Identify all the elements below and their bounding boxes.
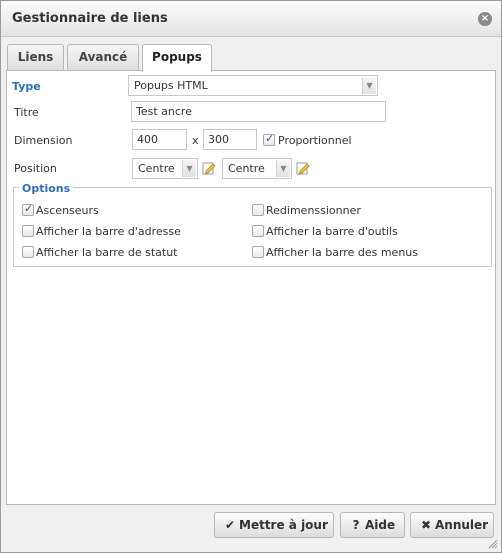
tab-popups[interactable]: Popups (142, 44, 212, 72)
option-checkbox-ascenseurs[interactable] (22, 202, 34, 216)
cancel-button-label: Annuler (435, 518, 489, 532)
option-checkbox-statut[interactable] (22, 246, 34, 258)
position-v-value: Centre (228, 162, 265, 175)
option-checkbox-outils[interactable] (252, 225, 264, 237)
option-label: Redimenssionner (266, 204, 361, 217)
option-checkbox-adresse[interactable] (22, 225, 34, 237)
width-input[interactable]: 400 (132, 129, 187, 150)
update-button[interactable]: ✔ Mettre à jour (214, 512, 334, 538)
option-label: Afficher la barre d'adresse (36, 225, 181, 238)
height-input[interactable]: 300 (203, 129, 257, 150)
check-icon: ✔ (224, 518, 236, 532)
chevron-down-icon: ▼ (362, 77, 376, 94)
options-legend: Options (19, 182, 74, 195)
type-select-value: Popups HTML (134, 79, 208, 92)
help-button[interactable]: ? Aide (340, 512, 405, 538)
edit-icon[interactable] (202, 161, 216, 175)
option-label: Afficher la barre de statut (36, 246, 178, 259)
option-label: Ascenseurs (36, 204, 99, 217)
edit-icon[interactable] (296, 161, 310, 175)
position-label: Position (14, 162, 57, 175)
position-h-select[interactable]: Centre ▼ (132, 158, 198, 179)
close-icon[interactable]: × (478, 12, 492, 26)
chevron-down-icon: ▼ (276, 160, 290, 177)
update-button-label: Mettre à jour (239, 518, 328, 532)
type-label: Type (12, 80, 41, 93)
position-h-value: Centre (138, 162, 175, 175)
option-checkbox-menus[interactable] (252, 246, 264, 258)
title-label: Titre (14, 106, 39, 119)
cancel-button[interactable]: ✖ Annuler (410, 512, 494, 538)
tab-avance[interactable]: Avancé (67, 44, 139, 71)
proportional-label: Proportionnel (278, 134, 352, 147)
link-manager-dialog: Gestionnaire de liens × Liens Avancé Pop… (0, 0, 502, 553)
type-select[interactable]: Popups HTML ▼ (128, 75, 378, 96)
tab-liens[interactable]: Liens (7, 44, 64, 71)
times-sign: x (192, 134, 199, 147)
question-icon: ? (352, 518, 360, 532)
option-label: Afficher la barre des menus (266, 246, 418, 259)
help-button-label: Aide (365, 518, 396, 532)
position-v-select[interactable]: Centre ▼ (222, 158, 292, 179)
title-input[interactable]: Test ancre (131, 101, 386, 122)
option-label: Afficher la barre d'outils (266, 225, 398, 238)
close-icon: ✖ (420, 518, 432, 532)
dialog-title: Gestionnaire de liens (12, 11, 168, 26)
dimension-label: Dimension (14, 134, 73, 147)
resize-grip-icon[interactable] (488, 539, 498, 549)
dialog-titlebar[interactable]: Gestionnaire de liens × (1, 1, 501, 37)
option-checkbox-redimensionner[interactable] (252, 204, 264, 216)
chevron-down-icon: ▼ (182, 160, 196, 177)
proportional-checkbox[interactable] (263, 132, 275, 146)
